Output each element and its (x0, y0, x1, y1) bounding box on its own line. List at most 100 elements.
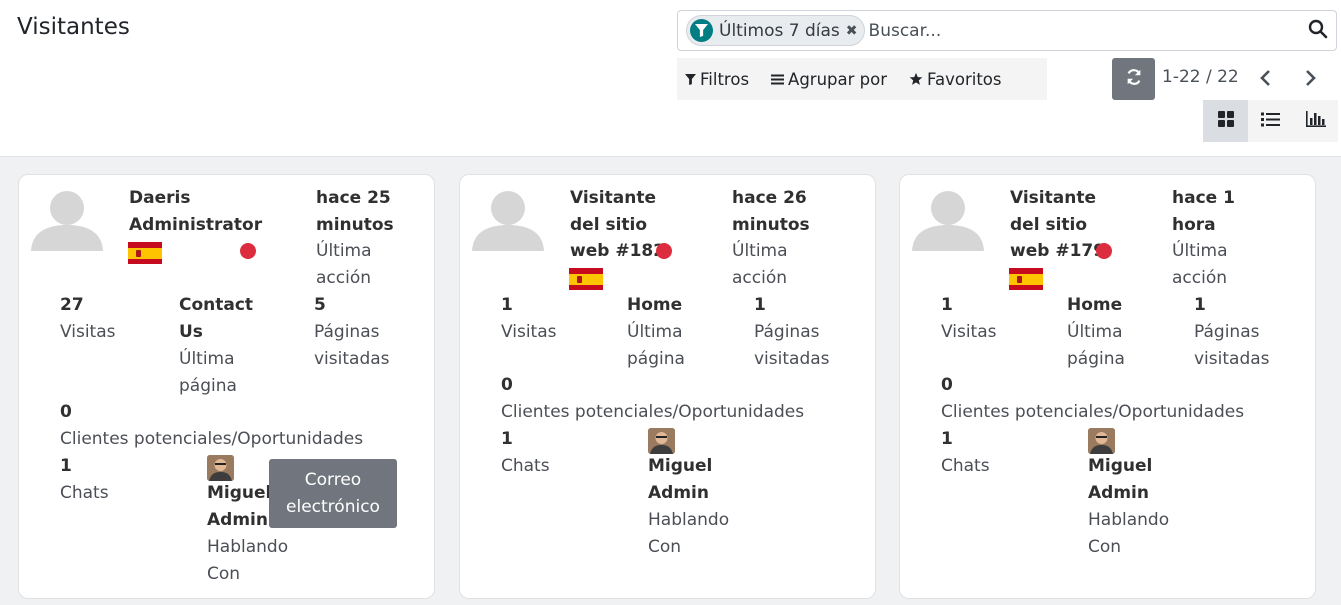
visits-label: Visitas (941, 322, 997, 342)
operator-avatar (648, 428, 675, 454)
pages-label-line1: Páginas (1194, 322, 1260, 342)
operator-name-line2: Admin (1088, 483, 1149, 503)
visitor-name-line2: Administrator (129, 215, 263, 235)
operator-name-line2: Admin (207, 510, 268, 530)
favorites-label: Favoritos (927, 69, 1002, 89)
chevron-right-icon[interactable] (1302, 68, 1318, 88)
search-facet[interactable]: Últimos 7 días ✖ (686, 15, 865, 46)
visitor-name-line1: Visitante (1010, 188, 1096, 208)
group-by-label: Agrupar por (788, 69, 888, 89)
status-dot (1096, 243, 1112, 259)
chats-label: Chats (501, 456, 550, 476)
leads-count: 0 (60, 402, 72, 422)
last-page: Home (1067, 295, 1123, 315)
status-dot (240, 243, 256, 259)
visitor-name-line2: del sitio (570, 215, 648, 235)
pager-value[interactable]: 1-22 / 22 (1162, 67, 1239, 87)
visitor-card[interactable]: Visitante del sitio web #182 hace 26 min… (459, 174, 876, 599)
leads-label: Clientes potenciales/Oportunidades (60, 429, 364, 449)
group-by-button[interactable]: Agrupar por (771, 70, 887, 89)
chats-count: 1 (941, 429, 953, 449)
last-action-time-line2: minutos (316, 215, 394, 235)
last-action-time-line2: minutos (732, 215, 810, 235)
search-options-bar: Filtros Agrupar por Favoritos (677, 58, 1047, 100)
graph-view-icon (1305, 111, 1326, 131)
chats-count: 1 (60, 456, 72, 476)
pages-label-line1: Páginas (314, 322, 380, 342)
last-page-label-line1: Última (1067, 322, 1123, 342)
kanban-view-button[interactable] (1203, 100, 1248, 142)
last-page-label-line2: página (179, 376, 237, 396)
chevron-left-icon[interactable] (1258, 68, 1274, 88)
operator-name-line1: Miguel (207, 483, 272, 503)
last-page-label-line1: Última (627, 322, 683, 342)
last-page-line1: Contact (179, 295, 254, 315)
view-switcher (1203, 100, 1338, 142)
visits-label: Visitas (60, 322, 116, 342)
last-action-label-line2: acción (1172, 268, 1228, 288)
leads-label: Clientes potenciales/Oportunidades (501, 402, 805, 422)
status-dot (656, 243, 672, 259)
visitor-name-line2: del sitio (1010, 215, 1088, 235)
last-action-time-line1: hace 25 (316, 188, 391, 208)
operator-name-line1: Miguel (1088, 456, 1153, 476)
list-icon (771, 74, 785, 85)
visitor-card[interactable]: Visitante del sitio web #179 hace 1 hora… (899, 174, 1316, 599)
last-action-label-line1: Última (732, 241, 788, 261)
visitor-name-line3: web #179 (1010, 241, 1106, 261)
reload-icon (1125, 68, 1143, 90)
last-action-label-line1: Última (316, 241, 372, 261)
visits-count: 1 (941, 295, 953, 315)
star-icon (909, 72, 923, 86)
avatar-placeholder-icon (30, 189, 104, 251)
last-page-label-line1: Última (179, 349, 235, 369)
speaking-with-line2: Con (207, 564, 241, 584)
last-action-time-line1: hace 1 (1172, 188, 1235, 208)
facet-label: Últimos 7 días (719, 20, 840, 41)
email-button-line1: Correo (304, 469, 362, 490)
filters-button[interactable]: Filtros (685, 70, 749, 89)
list-view-button[interactable] (1248, 100, 1293, 142)
visitor-name-line1: Daeris (129, 188, 191, 208)
pages-count: 1 (1194, 295, 1206, 315)
search-input[interactable] (868, 20, 1289, 41)
last-action-label-line2: acción (732, 268, 788, 288)
visits-count: 27 (60, 295, 84, 315)
operator-name-line2: Admin (648, 483, 709, 503)
list-view-icon (1261, 112, 1280, 131)
chats-count: 1 (501, 429, 513, 449)
operator-avatar (1088, 428, 1115, 454)
graph-view-button[interactable] (1293, 100, 1338, 142)
chats-label: Chats (941, 456, 990, 476)
visitor-name-line3: web #182 (570, 241, 666, 261)
pages-label-line2: visitadas (314, 349, 390, 369)
last-page-label-line2: página (1067, 349, 1125, 369)
favorites-button[interactable]: Favoritos (909, 69, 1002, 89)
page-title: Visitantes (17, 14, 130, 40)
last-page-label-line2: página (627, 349, 685, 369)
leads-label: Clientes potenciales/Oportunidades (941, 402, 1245, 422)
filter-icon (690, 19, 713, 42)
speaking-with-line1: Hablando (207, 537, 289, 557)
search-icon[interactable] (1308, 19, 1330, 41)
email-button[interactable]: Correo electrónico (269, 459, 397, 528)
control-panel: Visitantes Últimos 7 días ✖ Filtros Agru… (0, 0, 1341, 157)
leads-count: 0 (501, 375, 513, 395)
operator-name-line1: Miguel (648, 456, 713, 476)
close-icon[interactable]: ✖ (846, 23, 858, 39)
last-action-time-line2: hora (1172, 215, 1216, 235)
visitor-card[interactable]: Daeris Administrator hace 25 minutos Últ… (18, 174, 435, 599)
last-page-line2: Us (179, 322, 203, 342)
speaking-with-line1: Hablando (1088, 510, 1170, 530)
speaking-with-line2: Con (648, 537, 682, 557)
search-box[interactable]: Últimos 7 días ✖ (677, 10, 1337, 51)
pages-label-line2: visitadas (1194, 349, 1270, 369)
pages-count: 1 (754, 295, 766, 315)
speaking-with-line1: Hablando (648, 510, 730, 530)
chats-label: Chats (60, 483, 109, 503)
spain-flag-icon (128, 242, 162, 264)
reload-button[interactable] (1112, 58, 1155, 100)
visits-label: Visitas (501, 322, 557, 342)
kanban-view-icon (1217, 111, 1234, 131)
visits-count: 1 (501, 295, 513, 315)
